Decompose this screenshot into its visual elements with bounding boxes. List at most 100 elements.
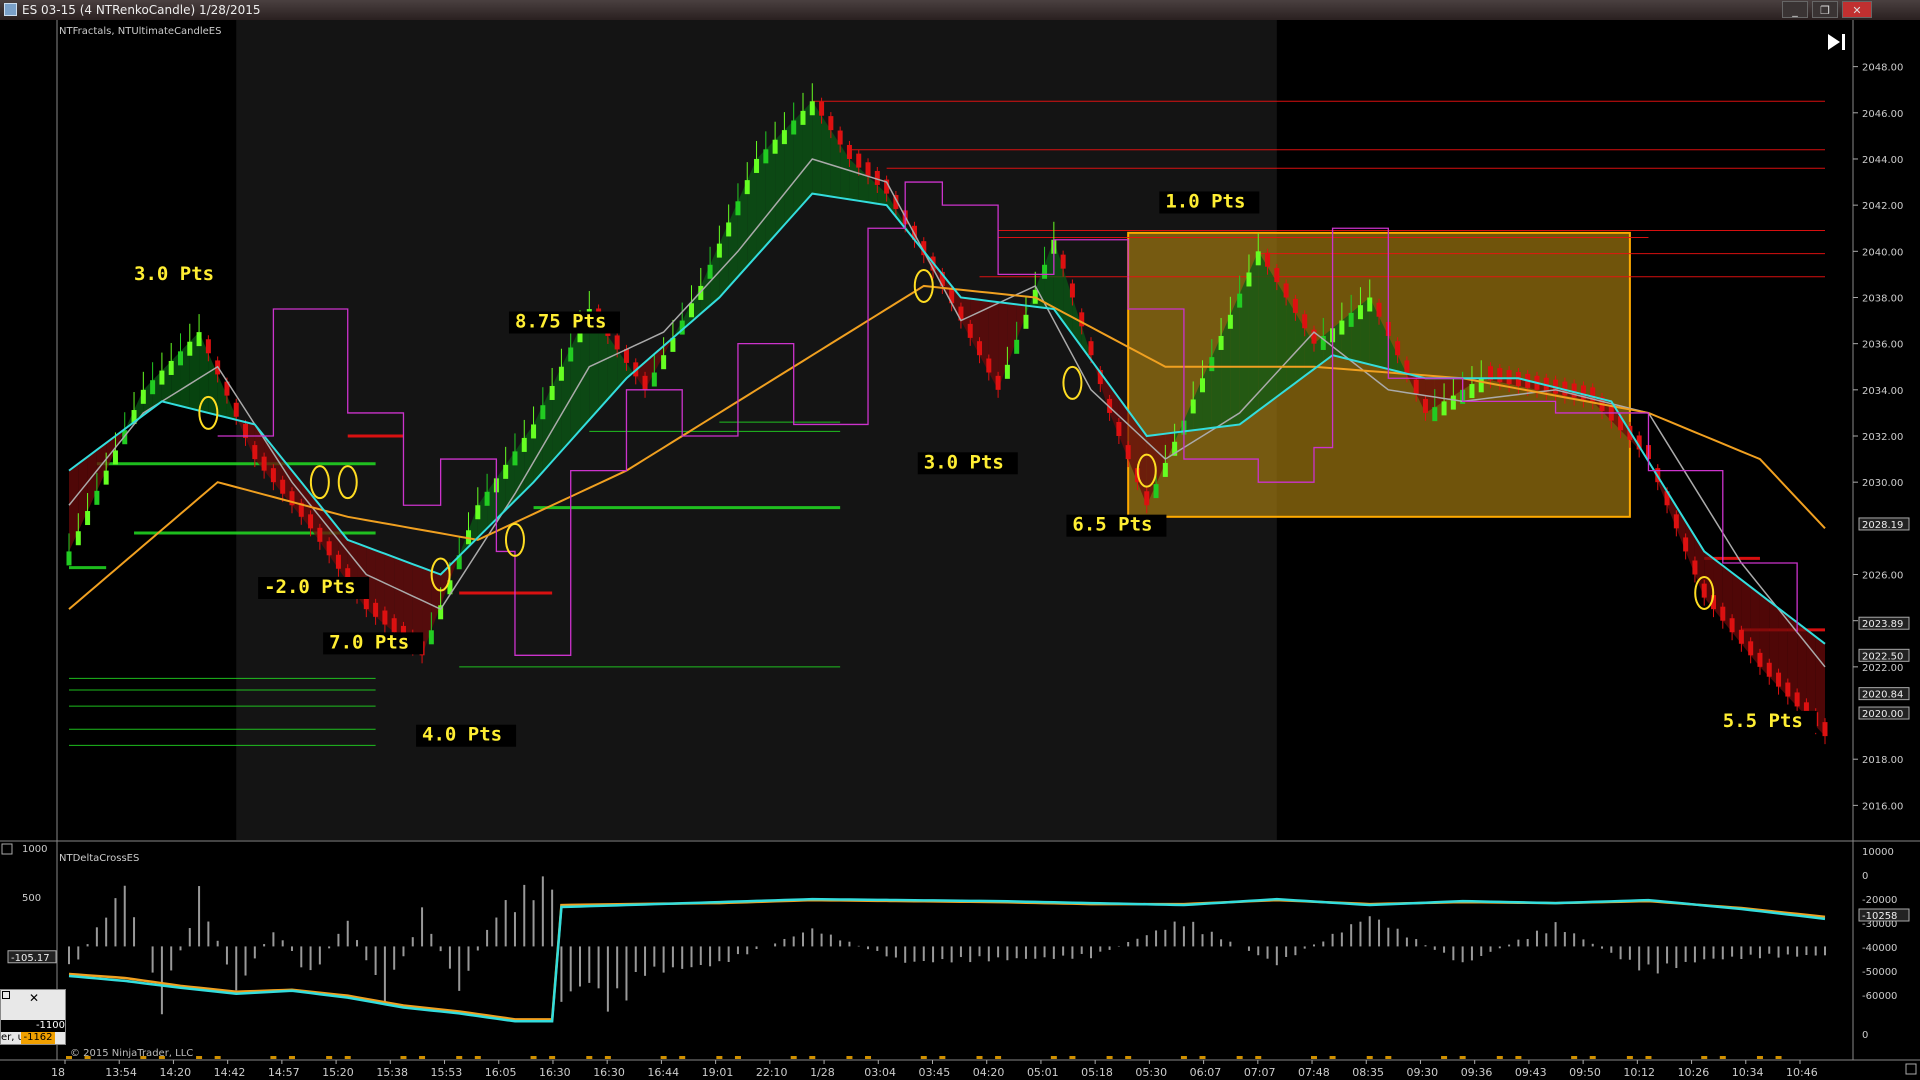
skip-to-end-icon <box>1828 34 1845 50</box>
price-marker-label: 2022.50 <box>1862 651 1903 662</box>
session-marker <box>1180 1056 1187 1059</box>
mini-data-panel[interactable]: ✕ -1100 er, u -1162 <box>0 989 66 1045</box>
trend-cloud <box>1276 282 1287 397</box>
x-tick-label: 15:20 <box>322 1066 354 1079</box>
session-marker <box>809 1056 816 1059</box>
x-tick-label: 09:30 <box>1406 1066 1438 1079</box>
annotation-label: 3.0 Pts <box>924 451 1004 473</box>
x-tick-label: 16:05 <box>485 1066 517 1079</box>
annotation-label: 5.5 Pts <box>1723 710 1803 732</box>
minimize-button[interactable]: _ <box>1782 1 1808 18</box>
price-marker-label: 2023.89 <box>1862 619 1903 630</box>
session-marker <box>995 1056 1002 1059</box>
session-marker <box>1775 1056 1782 1059</box>
annotation-label: 8.75 Pts <box>515 310 607 332</box>
restore-button[interactable]: ❐ <box>1812 1 1838 18</box>
delta-left-tick: 500 <box>22 893 41 904</box>
delta-right-tick: -20000 <box>1862 895 1897 906</box>
session-marker <box>474 1056 481 1059</box>
session-marker <box>1571 1056 1578 1059</box>
session-marker <box>400 1056 407 1059</box>
y-tick-label: 2040.00 <box>1862 247 1903 258</box>
y-tick-label: 2034.00 <box>1862 386 1903 397</box>
x-tick-label: 13:54 <box>105 1066 137 1079</box>
session-marker <box>419 1056 426 1059</box>
session-marker <box>1645 1056 1652 1059</box>
delta-slow-line <box>68 898 1826 1021</box>
delta-right-marker: -10258 <box>1862 911 1897 922</box>
x-tick-label: 10:12 <box>1623 1066 1655 1079</box>
y-tick-label: 2032.00 <box>1862 432 1903 443</box>
session-marker <box>920 1056 927 1059</box>
x-tick-label: 10:26 <box>1678 1066 1710 1079</box>
session-marker <box>1459 1056 1466 1059</box>
x-tick-label: 03:45 <box>919 1066 951 1079</box>
session-marker <box>270 1056 277 1059</box>
delta-indicator-label: NTDeltaCrossES <box>59 853 139 864</box>
x-tick-label: 16:30 <box>539 1066 571 1079</box>
x-tick-label: 09:36 <box>1461 1066 1493 1079</box>
x-tick-label: 08:35 <box>1352 1066 1384 1079</box>
annotation-label: 7.0 Pts <box>329 631 409 653</box>
trend-cloud <box>1230 293 1240 426</box>
session-marker <box>976 1056 983 1059</box>
annotation-label: 1.0 Pts <box>1165 190 1245 212</box>
session-marker <box>716 1056 723 1059</box>
session-marker <box>1515 1056 1522 1059</box>
price-marker-label: 2028.19 <box>1862 520 1903 531</box>
y-tick-label: 2016.00 <box>1862 801 1903 812</box>
x-tick-label: 14:57 <box>268 1066 300 1079</box>
x-tick-label: 09:43 <box>1515 1066 1547 1079</box>
session-marker <box>1441 1056 1448 1059</box>
chart-area[interactable]: NTFractals, NTUltimateCandleES NTDeltaCro… <box>0 20 1920 1080</box>
annotation-label: 3.0 Pts <box>134 263 214 285</box>
pin-icon[interactable] <box>2 991 10 999</box>
session-marker <box>196 1056 203 1059</box>
y-tick-label: 2026.00 <box>1862 571 1903 582</box>
x-tick-label: 10:34 <box>1732 1066 1764 1079</box>
session-marker <box>586 1056 593 1059</box>
x-tick-label: 04:20 <box>973 1066 1005 1079</box>
session-marker <box>1050 1056 1057 1059</box>
x-tick-label: 22:10 <box>756 1066 788 1079</box>
delta-right-tick: -60000 <box>1862 991 1897 1002</box>
x-tick-label: 07:07 <box>1244 1066 1276 1079</box>
close-icon[interactable]: ✕ <box>29 991 39 1005</box>
y-tick-label: 2036.00 <box>1862 340 1903 351</box>
session-marker <box>1756 1056 1763 1059</box>
delta-fast-line <box>68 897 1826 1023</box>
x-tick-label: 03:04 <box>864 1066 896 1079</box>
x-tick-label: 15:53 <box>431 1066 463 1079</box>
session-marker <box>1589 1056 1596 1059</box>
session-marker <box>1236 1056 1243 1059</box>
x-tick-label: 09:50 <box>1569 1066 1601 1079</box>
session-marker <box>1329 1056 1336 1059</box>
price-marker-label: 2020.00 <box>1862 709 1903 720</box>
panel-menu-icon <box>1905 1063 1917 1075</box>
session-marker <box>790 1056 797 1059</box>
session-marker <box>1385 1056 1392 1059</box>
y-tick-label: 2022.00 <box>1862 663 1903 674</box>
mini-value-2: -1162 <box>21 1032 55 1044</box>
x-tick-label: 10:46 <box>1786 1066 1818 1079</box>
delta-right-tick: 0 <box>1862 1030 1868 1041</box>
x-tick-label: 05:30 <box>1135 1066 1167 1079</box>
y-tick-label: 2042.00 <box>1862 201 1903 212</box>
delta-right-tick: -50000 <box>1862 967 1897 978</box>
y-tick-label: 2044.00 <box>1862 155 1903 166</box>
session-marker <box>1366 1056 1373 1059</box>
session-marker <box>1255 1056 1262 1059</box>
annotation-label: -2.0 Pts <box>264 576 356 598</box>
annotation-label: 4.0 Pts <box>422 724 502 746</box>
session-marker <box>344 1056 351 1059</box>
trend-cloud <box>217 374 227 418</box>
y-tick-label: 2046.00 <box>1862 109 1903 120</box>
session-marker <box>288 1056 295 1059</box>
window-title: ES 03-15 (4 NTRenkoCandle) 1/28/2015 <box>22 3 261 17</box>
price-marker-label: 2020.84 <box>1862 690 1903 701</box>
session-marker <box>1199 1056 1206 1059</box>
session-marker <box>326 1056 333 1059</box>
copyright-label: © 2015 NinjaTrader, LLC <box>70 1048 193 1059</box>
close-button[interactable]: ✕ <box>1842 1 1872 18</box>
session-marker <box>846 1056 853 1059</box>
